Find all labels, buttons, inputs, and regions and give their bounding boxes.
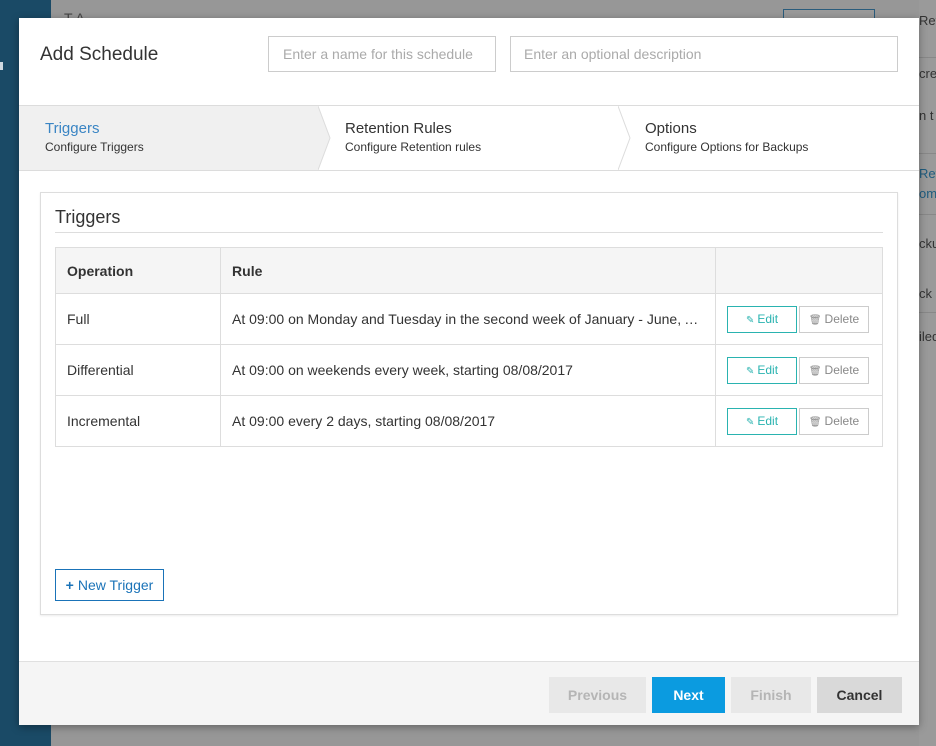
pencil-icon: ✎: [745, 365, 755, 377]
background-fragment: iled: [919, 329, 936, 344]
step-options[interactable]: Options Configure Options for Backups: [619, 106, 919, 170]
step-subtitle: Configure Options for Backups: [645, 140, 809, 154]
edit-button[interactable]: ✎ Edit: [727, 305, 798, 333]
step-title: Options: [645, 120, 697, 137]
panel-title: Triggers: [55, 207, 121, 227]
rule-cell: At 09:00 on weekends every week, startin…: [220, 344, 717, 396]
pencil-icon: ✎: [745, 314, 755, 326]
triggers-panel: Triggers Operation Rule Full At 09:00 on…: [40, 192, 898, 615]
delete-button[interactable]: 🗑 Delete: [799, 356, 870, 384]
delete-label: Delete: [824, 311, 860, 326]
schedule-description-input[interactable]: [510, 36, 898, 72]
background-fragment: cku: [919, 236, 936, 251]
delete-label: Delete: [824, 362, 860, 377]
edit-button[interactable]: ✎ Edit: [727, 407, 798, 435]
rule-cell: At 09:00 every 2 days, starting 08/08/20…: [220, 395, 717, 447]
pencil-icon: ✎: [745, 416, 755, 428]
background-divider: [919, 57, 936, 58]
background-divider: [919, 153, 936, 154]
step-subtitle: Configure Triggers: [45, 140, 144, 154]
step-triggers[interactable]: Triggers Configure Triggers: [19, 106, 318, 170]
step-retention-rules[interactable]: Retention Rules Configure Retention rule…: [319, 106, 618, 170]
actions-cell: ✎ Edit 🗑 Delete: [715, 344, 883, 396]
plus-icon: +: [65, 577, 74, 593]
triggers-table: Operation Rule Full At 09:00 on Monday a…: [54, 247, 883, 447]
background-fragment: cre: [919, 66, 936, 81]
background-right-column: Ret cre n t Ret om cku ck iled: [919, 0, 936, 746]
add-schedule-dialog: Add Schedule Triggers Configure Triggers…: [19, 18, 919, 725]
operation-cell: Incremental: [54, 395, 222, 447]
column-header-actions: [715, 247, 883, 294]
actions-cell: ✎ Edit 🗑 Delete: [715, 293, 883, 345]
table-row: Incremental At 09:00 every 2 days, start…: [54, 395, 883, 447]
trash-icon: 🗑: [808, 416, 822, 428]
step-subtitle: Configure Retention rules: [345, 140, 482, 154]
actions-cell: ✎ Edit 🗑 Delete: [715, 395, 883, 447]
operation-cell: Differential: [54, 344, 222, 396]
panel-divider: [55, 232, 883, 233]
dialog-footer: Previous Next Finish Cancel: [19, 661, 919, 725]
dialog-title: Add Schedule: [40, 44, 159, 65]
edit-label: Edit: [757, 362, 779, 377]
step-title: Triggers: [45, 120, 100, 137]
next-button[interactable]: Next: [652, 677, 725, 713]
cancel-button[interactable]: Cancel: [817, 677, 902, 713]
background-fragment: om: [919, 186, 936, 201]
trash-icon: 🗑: [808, 314, 822, 326]
new-trigger-label: New Trigger: [77, 577, 154, 593]
table-header-row: Operation Rule: [54, 247, 883, 294]
background-divider: [919, 214, 936, 215]
background-divider: [919, 312, 936, 313]
edit-button[interactable]: ✎ Edit: [727, 356, 798, 384]
delete-button[interactable]: 🗑 Delete: [799, 407, 870, 435]
background-fragment: ck: [919, 286, 932, 301]
delete-label: Delete: [824, 413, 860, 428]
delete-button[interactable]: 🗑 Delete: [799, 305, 870, 333]
background-sidebar-marker: [0, 62, 3, 70]
background-fragment: Ret: [919, 13, 936, 28]
new-trigger-button[interactable]: + New Trigger: [55, 569, 164, 601]
operation-cell: Full: [54, 293, 222, 345]
previous-button[interactable]: Previous: [549, 677, 646, 713]
edit-label: Edit: [757, 413, 779, 428]
step-title: Retention Rules: [345, 120, 452, 137]
schedule-name-input[interactable]: [268, 36, 496, 72]
column-header-rule: Rule: [220, 247, 717, 294]
background-fragment: Ret: [919, 166, 936, 181]
dialog-header: Add Schedule: [19, 18, 919, 105]
wizard-steps: Triggers Configure Triggers Retention Ru…: [19, 105, 919, 171]
finish-button[interactable]: Finish: [731, 677, 811, 713]
edit-label: Edit: [757, 311, 779, 326]
rule-cell: At 09:00 on Monday and Tuesday in the se…: [220, 293, 717, 345]
background-fragment: n t: [919, 108, 934, 123]
table-row: Differential At 09:00 on weekends every …: [54, 344, 883, 396]
column-header-operation: Operation: [54, 247, 222, 294]
table-row: Full At 09:00 on Monday and Tuesday in t…: [54, 293, 883, 345]
trash-icon: 🗑: [808, 365, 822, 377]
